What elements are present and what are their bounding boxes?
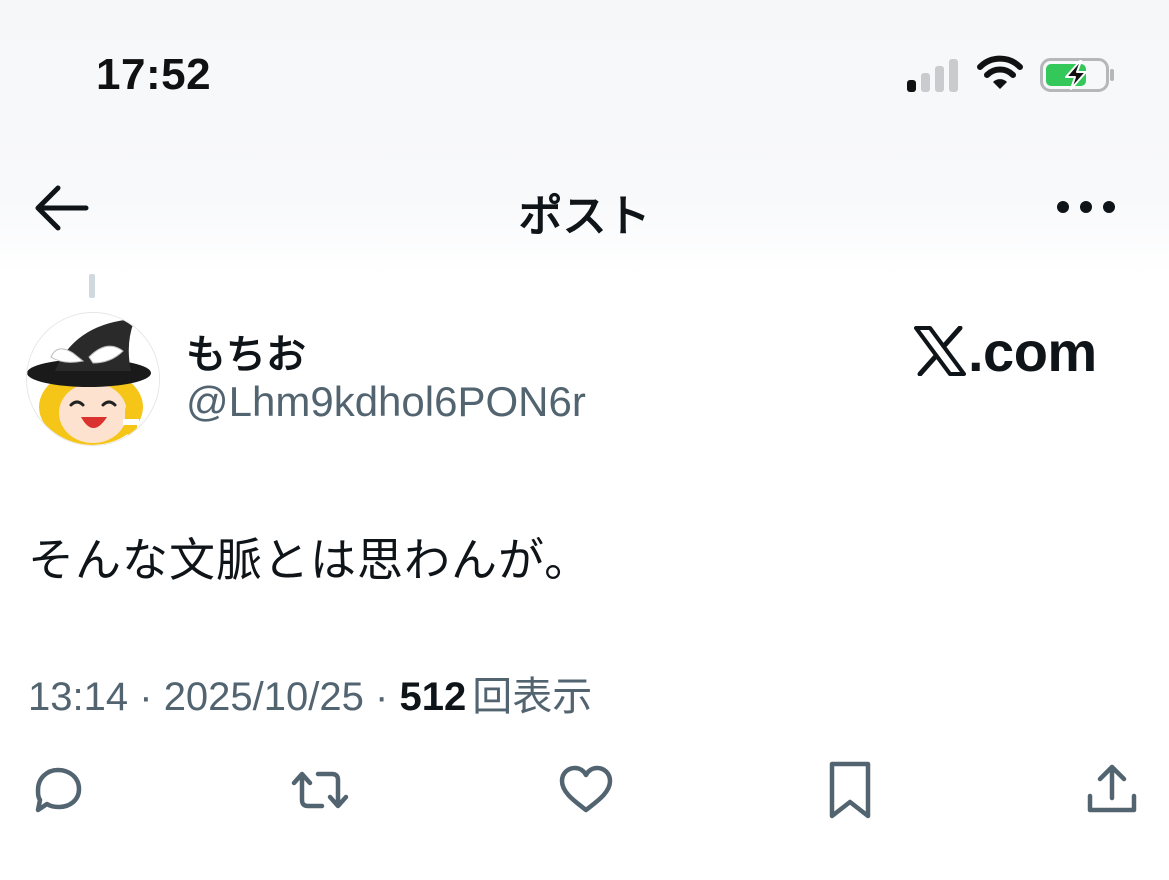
thread-connector-line [89,274,95,298]
repost-icon[interactable] [290,760,350,820]
reply-icon[interactable] [28,760,88,820]
avatar-image [27,313,159,445]
x-logo-icon [914,326,966,376]
share-icon[interactable] [1082,760,1142,820]
views-count[interactable]: 512 [399,675,466,719]
x-com-logo-text: .com [968,319,1097,383]
meta-separator: · [375,675,389,719]
heart-icon[interactable] [556,760,616,820]
bookmark-icon[interactable] [820,760,880,820]
post-meta: 13:14 · 2025/10/25 · 512 回表示 [28,664,592,722]
post-text: そんな文脈とは思わんが。 [28,534,592,586]
author-display-name[interactable]: もちお [186,322,306,380]
battery-charging-icon [1040,58,1114,92]
post-time[interactable]: 13:14 [28,675,128,719]
avatar[interactable] [26,312,160,446]
author-handle[interactable]: @Lhm9kdhol6PON6r [186,378,586,426]
meta-separator: · [139,675,153,719]
page-title: ポスト [518,192,651,241]
more-horizontal-icon[interactable] [1054,196,1118,218]
x-com-logo: .com [914,319,1097,383]
wifi-icon [977,55,1023,89]
post-date[interactable]: 2025/10/25 [164,675,364,719]
status-time: 17:52 [96,50,212,99]
post-detail-screen: 17:52 ポスト もちお @Lhm9kdhol6PON6r .com そんな文… [0,0,1169,880]
views-label: 回表示 [472,675,593,719]
cellular-signal-icon [907,58,959,92]
